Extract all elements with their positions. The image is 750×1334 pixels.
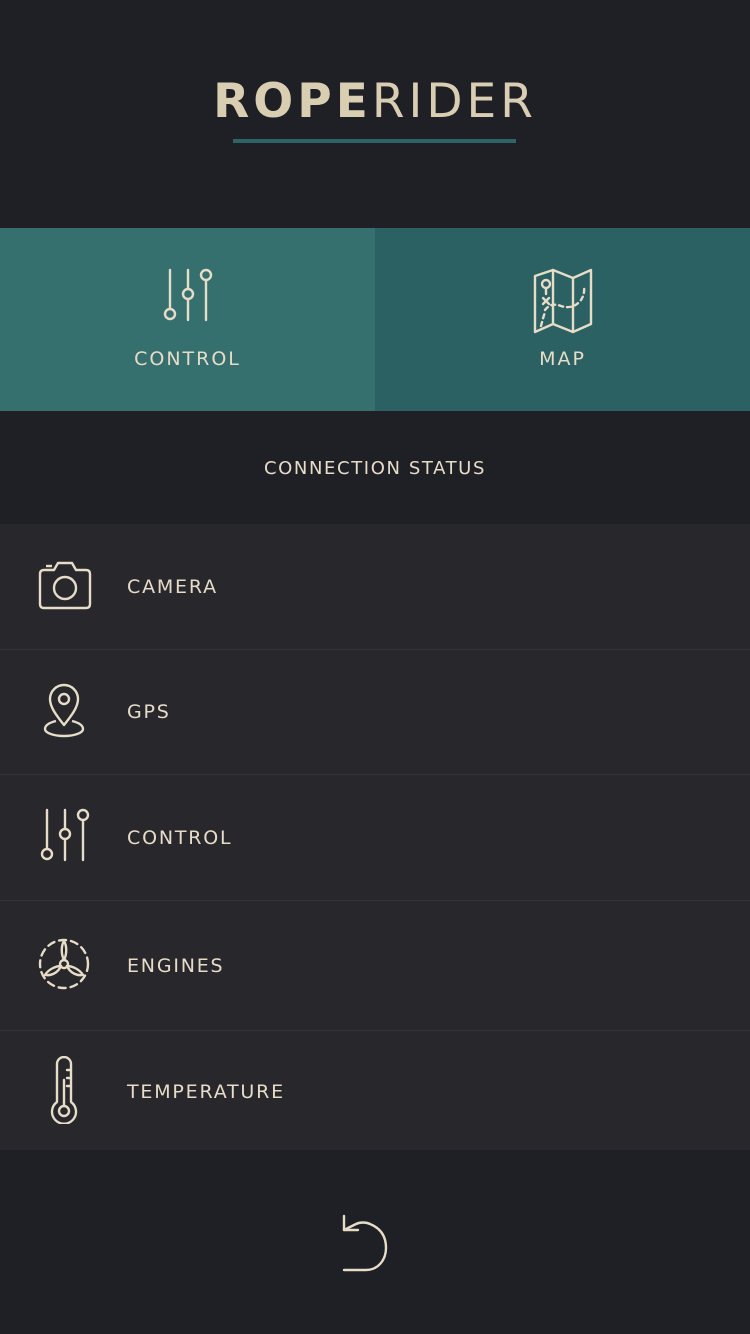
status-item-gps[interactable]: GPS — [0, 650, 750, 775]
status-list: CAMERA GPS CONTROL ENGINES TEMPERATURE — [0, 524, 750, 1152]
status-item-engines[interactable]: ENGINES — [0, 901, 750, 1031]
back-arrow-icon — [336, 1214, 392, 1280]
sliders-icon — [160, 266, 216, 330]
status-item-label: TEMPERATURE — [127, 1080, 285, 1103]
app-logo: ROPERIDER — [0, 74, 750, 130]
camera-icon — [36, 560, 92, 614]
logo-thin-text: RIDER — [371, 74, 537, 129]
status-item-label: GPS — [127, 701, 171, 723]
status-item-camera[interactable]: CAMERA — [0, 524, 750, 650]
tab-map-label: MAP — [539, 348, 586, 370]
back-button[interactable] — [336, 1212, 392, 1276]
section-title: CONNECTION STATUS — [0, 411, 750, 524]
logo-bold-text: ROPE — [213, 74, 372, 129]
section-title-text: CONNECTION STATUS — [263, 458, 486, 479]
main-tabs: CONTROL MAP — [0, 228, 750, 411]
tab-map[interactable]: MAP — [375, 228, 750, 411]
status-item-label: ENGINES — [127, 954, 225, 977]
status-item-temperature[interactable]: TEMPERATURE — [0, 1031, 750, 1152]
propeller-icon — [36, 934, 92, 998]
footer — [0, 1150, 750, 1334]
status-item-label: CONTROL — [127, 826, 233, 849]
sliders-icon — [36, 806, 92, 870]
thermometer-icon — [36, 1055, 92, 1128]
location-pin-icon — [36, 681, 92, 743]
status-item-label: CAMERA — [127, 575, 218, 598]
app-screen: ROPERIDER CONTROL MAP CONNECTION STATUS … — [0, 0, 750, 1334]
tab-control[interactable]: CONTROL — [0, 228, 375, 411]
status-item-control[interactable]: CONTROL — [0, 775, 750, 901]
map-icon — [531, 266, 595, 338]
header: ROPERIDER — [0, 0, 750, 228]
tab-control-label: CONTROL — [134, 348, 241, 370]
logo-underline — [233, 139, 516, 143]
